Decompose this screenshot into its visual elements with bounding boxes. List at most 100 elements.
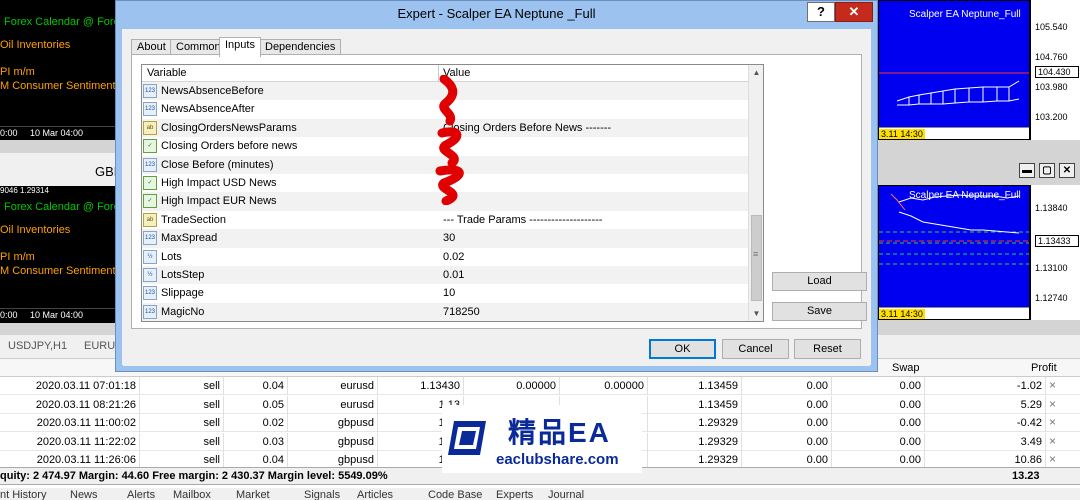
cancel-button[interactable]: Cancel [722,339,789,359]
trade-commission: 0.00 [806,417,828,430]
terminal-tab[interactable]: Mailbox [173,489,211,500]
param-value[interactable]: --- Trade Params -------------------- [443,214,602,226]
param-name: High Impact USD News [161,177,277,189]
string-type-icon: ab [143,212,157,227]
trade-volume: 0.05 [262,398,284,411]
param-row[interactable]: 123 MaxSpread 30 [142,229,748,248]
account-summary-text: quity: 2 474.97 Margin: 44.60 Free margi… [0,470,388,482]
param-value[interactable]: 0.01 [443,269,464,281]
param-name: Slippage [161,287,204,300]
tab-inputs[interactable]: Inputs [219,37,261,57]
close-order-icon[interactable]: × [1049,378,1056,392]
trade-type: sell [203,435,220,448]
param-row[interactable]: 123 Slippage 10 [142,284,748,302]
trade-row[interactable]: 2020.03.11 07:01:18 sell 0.04 eurusd 1.13430… [0,377,1080,395]
trade-profit: -1.02 [1016,380,1042,392]
close-button[interactable]: ✕ [835,2,873,22]
trade-profit: 5.29 [1020,398,1042,411]
time-axis: 0:00 10 Mar 04:00 [0,308,120,322]
help-button[interactable]: ? [807,2,835,22]
bool-type-icon: ✓ [143,139,157,154]
chart-window-mid-left[interactable]: GBP 9046 1.29314 Forex Calendar @ Forex … [0,153,125,323]
trade-symbol: gbpusd [337,435,374,448]
close-window-button[interactable]: ✕ [1059,163,1075,178]
scroll-thumb[interactable]: ≡ [751,215,762,301]
close-order-icon[interactable]: × [1049,415,1056,429]
param-name: NewsAbsenceAfter [161,103,255,116]
terminal-tab[interactable]: News [70,489,98,500]
trade-type: sell [203,454,220,467]
trade-swap: 0.00 [899,380,921,392]
trade-open-price: 1.13430 [420,380,460,392]
terminal-tab[interactable]: Experts [496,489,533,500]
trade-symbol: eurusd [340,380,374,392]
chart-tab[interactable]: USDJPY,H1 [8,340,67,352]
indicator-lines [879,193,1029,265]
param-name: MaxSpread [161,232,218,245]
trade-time: 2020.03.11 07:01:18 [35,380,136,392]
param-row[interactable]: ½ LotsStep 0.01 [142,266,748,285]
param-name: High Impact EUR News [161,195,277,208]
int-type-icon: 123 [143,286,157,301]
trade-type: sell [203,398,220,411]
inputs-panel: Variable Value 123 NewsAbsenceBefore 123 Ne… [131,54,867,329]
close-order-icon[interactable]: × [1049,434,1056,448]
watermark-url: eaclubshare.com [496,451,619,468]
trade-volume: 0.03 [262,435,284,448]
close-order-icon[interactable]: × [1049,397,1056,411]
int-type-icon: 123 [143,231,157,246]
indicator-lines [879,72,1029,106]
param-row[interactable]: 123 MagicNo 718250 [142,302,748,321]
chart-window-top-left[interactable]: Forex Calendar @ Forex Oil Inventories P… [0,0,125,140]
trade-profit: 10.86 [1014,454,1042,467]
trade-time: 2020.03.11 11:22:02 [36,435,136,448]
trade-profit: -0.42 [1016,417,1042,430]
time-axis: 0:00 10 Mar 04:00 [0,126,120,140]
minimize-button[interactable]: ▬ [1019,163,1035,178]
redaction-scribble [435,75,464,205]
chart-window-mid-right[interactable]: Scalper EA Neptune_Full 3.11 14:30 [878,185,1030,320]
dialog-title: Expert - Scalper EA Neptune _Full [397,6,596,21]
ok-button[interactable]: OK [649,339,716,359]
terminal-tabs: nt History News Alerts Mailbox Market Si… [0,488,1080,500]
close-order-icon[interactable]: × [1049,452,1056,466]
param-value[interactable]: 30 [443,232,455,244]
trade-type: sell [203,380,220,392]
scroll-up-icon[interactable]: ▲ [749,65,763,80]
chart-window-top-right[interactable]: Scalper EA Neptune_Full 3.11 14:30 [878,0,1030,140]
param-row[interactable]: ½ Lots 0.02 [142,248,748,266]
col-swap-header[interactable]: Swap [892,362,920,374]
param-value[interactable]: 718250 [443,306,480,318]
param-name: Closing Orders before news [161,140,298,153]
calendar-line: M Consumer Sentiment [0,265,116,277]
terminal-tab[interactable]: Journal [548,489,584,500]
param-name: TradeSection [161,213,227,226]
cell-divider [1045,414,1046,433]
terminal-tab[interactable]: Market [236,489,270,500]
param-row[interactable]: ab TradeSection --- Trade Params ---------… [142,211,748,229]
save-button[interactable]: Save [772,302,867,321]
calendar-title: Forex Calendar @ Forex [4,16,126,28]
grip-icon: ≡ [753,249,759,259]
grid-scrollbar[interactable]: ▲ ≡ ▼ [748,65,763,321]
variable-column-header[interactable]: Variable [147,67,187,79]
int-type-icon: 123 [143,304,157,319]
load-button[interactable]: Load [772,272,867,291]
param-value[interactable]: 10 [443,287,455,299]
param-name: LotsStep [161,269,205,281]
terminal-tab[interactable]: Alerts [127,489,155,500]
maximize-button[interactable]: ▢ [1039,163,1055,178]
dialog-titlebar[interactable]: Expert - Scalper EA Neptune _Full ? ✕ [116,1,877,29]
cell-divider [1045,395,1046,414]
trade-profit: 3.49 [1020,435,1042,448]
terminal-tab[interactable]: Signals [304,489,340,500]
reset-button[interactable]: Reset [794,339,861,359]
terminal-tab[interactable]: Articles [357,489,393,500]
trade-swap: 0.00 [899,435,921,448]
terminal-tab[interactable]: nt History [0,489,46,500]
scroll-down-icon[interactable]: ▼ [749,306,763,321]
terminal-tab[interactable]: Code Base [428,489,482,500]
param-value[interactable]: 0.02 [443,251,464,263]
trade-commission: 0.00 [806,398,828,411]
col-profit-header[interactable]: Profit [1031,362,1057,374]
